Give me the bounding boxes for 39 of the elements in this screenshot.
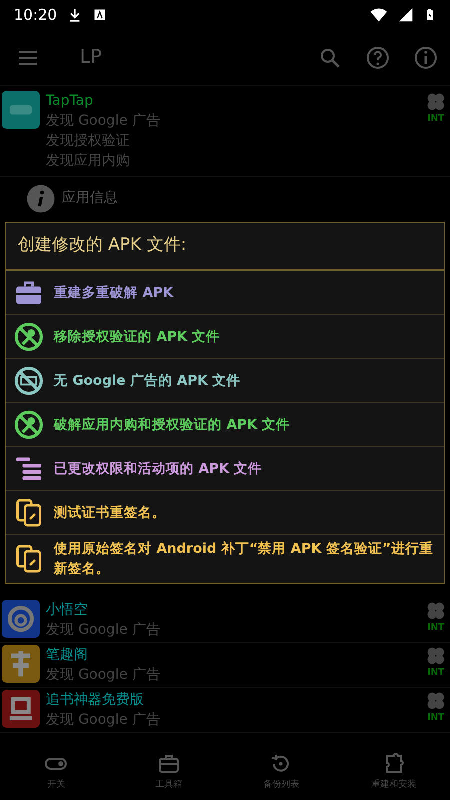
menu-option[interactable]: 移除授权验证的 APK 文件 [6, 315, 444, 359]
info-icon [26, 184, 56, 214]
clock: 10:20 [14, 4, 58, 26]
app-name: 笔趣阁 [46, 646, 89, 665]
app-icon [2, 600, 40, 638]
help-icon[interactable] [366, 46, 390, 70]
menu-option[interactable]: 使用原始签名对 Android 补丁“禁用 APK 签名验证”进行重新签名。 [6, 535, 444, 583]
notification-icon [93, 8, 108, 22]
finding-text: 发现 Google 广告 [46, 666, 162, 685]
menu-option[interactable]: 重建多重破解 APK [6, 271, 444, 315]
menu-option[interactable]: 已更改权限和活动项的 APK 文件 [6, 447, 444, 491]
clover-icon [425, 645, 447, 667]
menu-option[interactable]: 破解应用内购和授权验证的 APK 文件 [6, 403, 444, 447]
signal-icon [398, 7, 414, 23]
finding-text: 发现 Google 广告 [46, 112, 162, 131]
finding-text: 发现 Google 广告 [46, 711, 162, 730]
badge-text: INT [427, 113, 445, 126]
no-ads-icon [14, 366, 44, 396]
app-icon [2, 91, 40, 129]
menu-option[interactable]: 无 Google 广告的 APK 文件 [6, 359, 444, 403]
info-icon[interactable] [414, 46, 438, 70]
clover-icon [425, 600, 447, 622]
clover-icon [425, 91, 447, 113]
wifi-icon [370, 6, 388, 24]
app-icon [2, 690, 40, 728]
finding-text: 发现应用内购 [46, 152, 131, 171]
dialog-title: 创建修改的 APK 文件: [6, 223, 444, 271]
finding-text: 发现 Google 广告 [46, 621, 162, 640]
finding-text: 发现授权验证 [46, 132, 131, 151]
app-name: 追书神器免费版 [46, 691, 145, 710]
badge-text: INT [427, 622, 445, 635]
app-name: 小悟空 [46, 601, 89, 620]
badge-text: INT [427, 667, 445, 680]
app-icon [2, 645, 40, 683]
app-title: LP [80, 45, 104, 70]
app-name: TapTap [46, 92, 94, 111]
menu-option[interactable]: 测试证书重签名。 [6, 491, 444, 535]
clover-icon [425, 690, 447, 712]
badge-text: INT [427, 712, 445, 725]
